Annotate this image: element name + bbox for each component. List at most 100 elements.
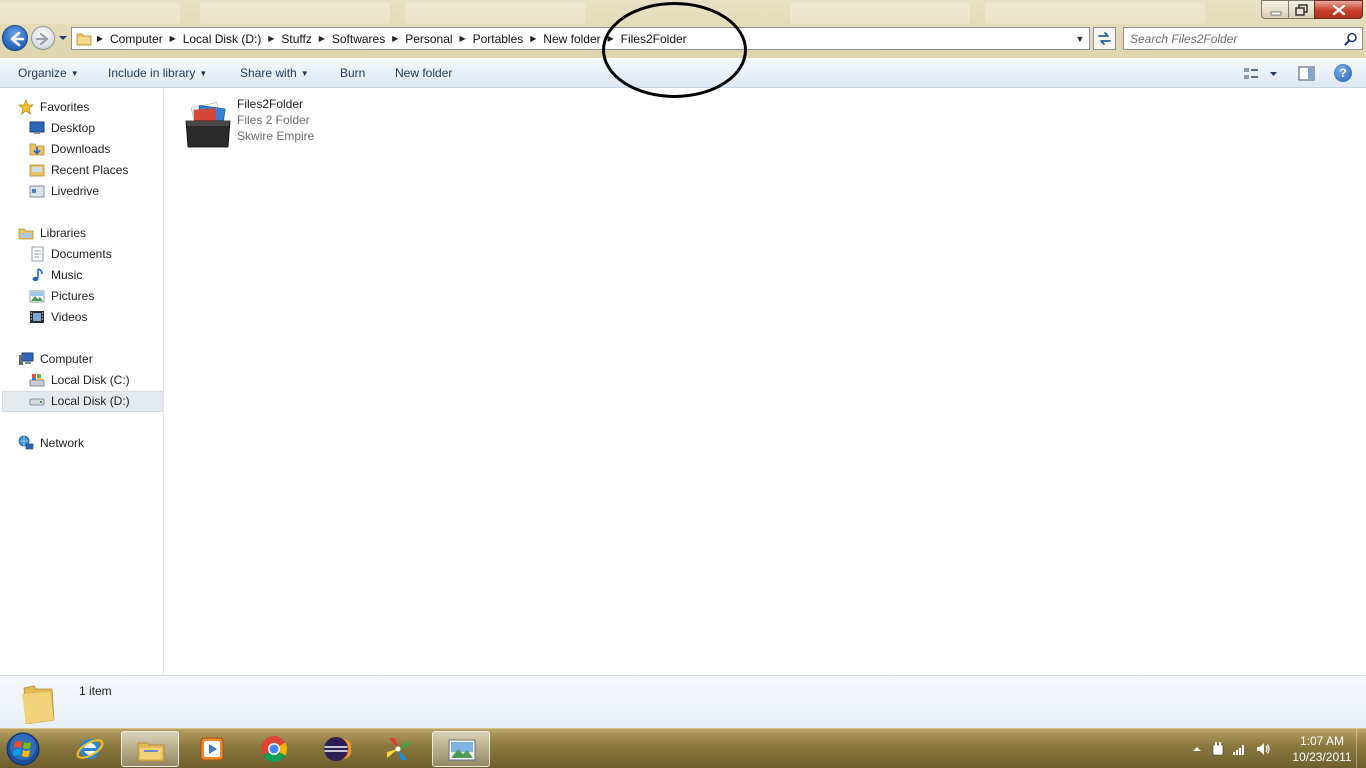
start-button[interactable] (3, 731, 43, 767)
refresh-icon (1098, 32, 1111, 45)
power-plug-icon[interactable] (1210, 741, 1226, 757)
nav-group-label: Computer (40, 352, 93, 366)
nav-item-documents[interactable]: Documents (29, 244, 112, 264)
desktop-icon (29, 121, 45, 134)
file-description: Files 2 Folder (237, 113, 310, 127)
pictures-icon (29, 290, 45, 303)
clock-time[interactable]: 1:07 AM (1286, 734, 1358, 748)
nav-item-local-disk-c[interactable]: Local Disk (C:) (29, 370, 130, 390)
show-desktop-button[interactable] (1356, 729, 1366, 768)
breadcrumb-softwares[interactable]: Softwares (329, 32, 388, 46)
breadcrumb-separator-icon[interactable]: ▶ (526, 34, 540, 43)
folder-icon (22, 685, 55, 724)
internet-explorer-icon (76, 739, 104, 759)
nav-item-music[interactable]: Music (29, 265, 82, 285)
nav-item-videos[interactable]: Videos (29, 307, 87, 327)
view-list-icon (1244, 68, 1277, 79)
nav-item-pictures[interactable]: Pictures (29, 286, 94, 306)
nav-item-desktop[interactable]: Desktop (29, 118, 95, 138)
background-window-tab (405, 2, 585, 24)
videos-film-icon (30, 311, 44, 323)
restore-icon (1295, 4, 1308, 16)
nav-item-livedrive[interactable]: Livedrive (29, 181, 99, 201)
new-folder-button[interactable]: New folder (395, 66, 452, 80)
arrow-right-icon (35, 32, 49, 46)
downloads-folder-icon (29, 143, 45, 156)
nav-group-label: Network (40, 436, 85, 450)
help-button[interactable]: ? (1334, 64, 1352, 82)
volume-icon[interactable] (1255, 741, 1271, 757)
breadcrumb-separator-icon[interactable]: ▶ (315, 34, 329, 43)
taskbar-image-viewer[interactable] (432, 731, 490, 767)
breadcrumb-files2folder[interactable]: Files2Folder (618, 32, 690, 46)
media-player-icon (200, 737, 224, 761)
nav-group-network[interactable]: Network (18, 433, 84, 453)
nav-item-local-disk-d[interactable]: Local Disk (D:) (29, 391, 130, 411)
close-button[interactable] (1314, 0, 1363, 19)
restore-button[interactable] (1288, 0, 1315, 19)
taskbar-windows-explorer[interactable] (121, 731, 179, 767)
preview-pane-button[interactable] (1298, 65, 1316, 83)
show-hidden-icons-button[interactable] (1189, 741, 1205, 757)
burn-button[interactable]: Burn (340, 66, 365, 80)
change-view-button[interactable] (1243, 65, 1281, 83)
breadcrumb-local-disk-d[interactable]: Local Disk (D:) (180, 32, 265, 46)
drive-icon (29, 398, 45, 406)
file-item-files2folder[interactable]: Files2Folder Files 2 Folder Skwire Empir… (181, 95, 341, 149)
nav-item-label: Videos (51, 310, 88, 324)
taskbar-pinwheel-app[interactable] (369, 731, 427, 767)
background-window-tab (0, 2, 180, 24)
background-window-tab (200, 2, 390, 24)
breadcrumb-separator-icon[interactable]: ▶ (264, 34, 278, 43)
nav-item-label: Livedrive (51, 184, 100, 198)
search-box[interactable] (1123, 27, 1363, 50)
nav-item-recent-places[interactable]: Recent Places (29, 160, 128, 180)
taskbar-media-player[interactable] (183, 731, 241, 767)
file-list[interactable]: Files2Folder Files 2 Folder Skwire Empir… (165, 89, 1366, 675)
details-pane: 1 item (0, 675, 1366, 728)
share-with-menu[interactable]: Share with ▼ (240, 66, 309, 80)
include-in-library-menu[interactable]: Include in library ▼ (108, 66, 207, 80)
address-history-dropdown[interactable]: ▼ (1073, 31, 1087, 47)
recent-pages-dropdown[interactable] (57, 31, 69, 45)
nav-group-favorites[interactable]: Favorites (18, 97, 89, 117)
preview-pane-icon (1298, 66, 1315, 81)
nav-group-libraries[interactable]: Libraries (18, 223, 86, 243)
recent-places-icon (29, 164, 45, 177)
share-with-label: Share with (240, 66, 297, 80)
forward-button[interactable] (31, 26, 55, 50)
breadcrumb-separator-icon[interactable]: ▶ (388, 34, 402, 43)
back-button[interactable] (2, 25, 28, 51)
breadcrumb-computer[interactable]: Computer (107, 32, 166, 46)
address-bar[interactable]: ▶ Computer ▶ Local Disk (D:) ▶ Stuffz ▶ … (71, 27, 1090, 50)
breadcrumb-separator-icon[interactable]: ▶ (93, 34, 107, 43)
breadcrumb-separator-icon[interactable]: ▶ (166, 34, 180, 43)
breadcrumb-stuffz[interactable]: Stuffz (278, 32, 314, 46)
organize-menu[interactable]: Organize ▼ (18, 66, 79, 80)
search-input[interactable] (1130, 29, 1340, 49)
breadcrumb-new-folder[interactable]: New folder (540, 32, 603, 46)
minimize-button[interactable] (1261, 0, 1289, 19)
nav-group-computer[interactable]: Computer (18, 349, 93, 369)
libraries-icon (18, 228, 34, 240)
chevron-down-icon: ▼ (199, 69, 208, 78)
background-window-tab (985, 2, 1205, 24)
chevron-down-icon: ▼ (300, 69, 309, 78)
breadcrumb-separator-icon[interactable]: ▶ (604, 34, 618, 43)
taskbar-internet-explorer[interactable] (61, 731, 119, 767)
nav-item-label: Local Disk (C:) (51, 373, 130, 387)
search-icon[interactable] (1344, 32, 1358, 46)
taskbar-chrome[interactable] (245, 731, 303, 767)
include-in-library-label: Include in library (108, 66, 196, 80)
breadcrumb-portables[interactable]: Portables (470, 32, 527, 46)
clock-date[interactable]: 10/23/2011 (1286, 750, 1358, 764)
file-company: Skwire Empire (237, 129, 315, 143)
chevron-down-icon (59, 36, 67, 40)
refresh-button[interactable] (1093, 27, 1116, 50)
taskbar-eclipse[interactable] (307, 731, 365, 767)
nav-item-downloads[interactable]: Downloads (29, 139, 110, 159)
breadcrumb-separator-icon[interactable]: ▶ (456, 34, 470, 43)
wifi-signal-icon[interactable] (1231, 741, 1247, 757)
breadcrumb-personal[interactable]: Personal (402, 32, 455, 46)
close-icon (1332, 4, 1346, 16)
